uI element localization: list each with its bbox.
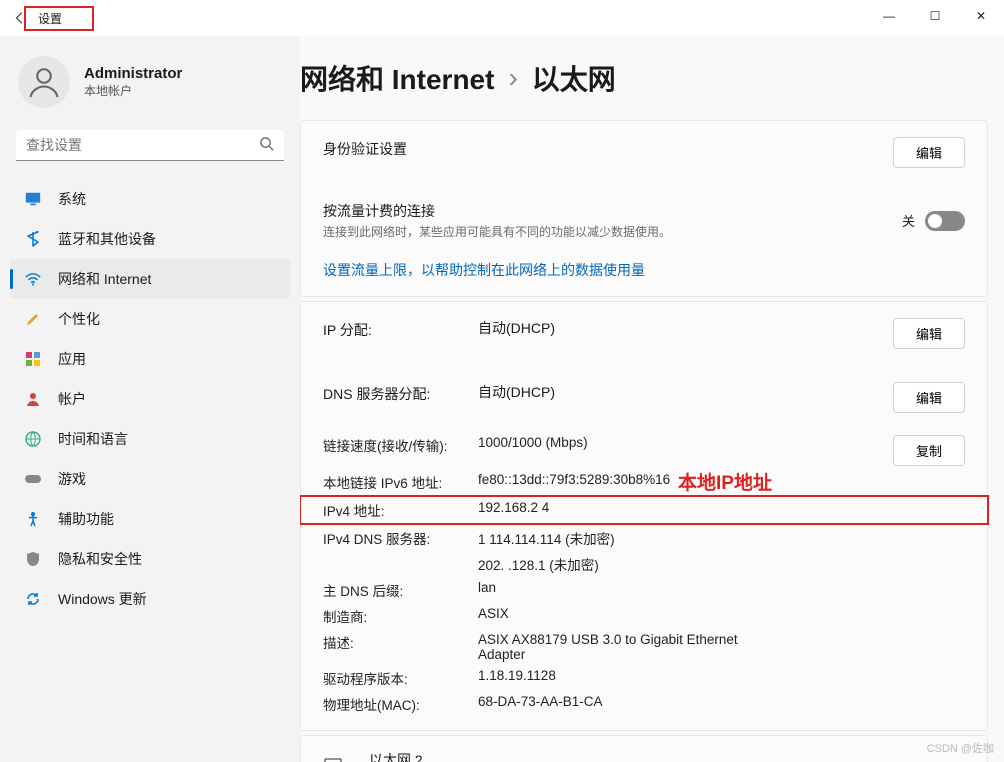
prop-value: lan: [478, 580, 875, 600]
brush-icon: [24, 310, 42, 328]
nav-label: 系统: [58, 189, 86, 209]
ip-assign-edit-button[interactable]: 编辑: [893, 318, 965, 349]
nav-personalization[interactable]: 个性化: [10, 299, 290, 339]
ip-assign-row: IP 分配: 自动(DHCP) 编辑: [301, 302, 987, 365]
metered-toggle[interactable]: [925, 211, 965, 231]
metered-title: 按流量计费的连接: [323, 201, 902, 221]
bluetooth-icon: [24, 230, 42, 248]
nav-privacy[interactable]: 隐私和安全性: [10, 539, 290, 579]
ethernet2-expander[interactable]: 以太网 2 未连接: [300, 735, 988, 762]
nav-label: 隐私和安全性: [58, 549, 142, 569]
metered-connection-row: 按流量计费的连接 连接到此网络时，某些应用可能具有不同的功能以减少数据使用。 关…: [301, 184, 987, 296]
sidebar: Administrator 本地帐户 系统 蓝牙和其他设备 网络和 Intern…: [0, 36, 300, 762]
ethernet-icon: [323, 755, 351, 762]
nav-label: 游戏: [58, 469, 86, 489]
breadcrumb-parent[interactable]: 网络和 Internet: [300, 58, 494, 98]
nav-label: 时间和语言: [58, 429, 128, 449]
search-icon: [259, 136, 274, 154]
dns-assign-edit-button[interactable]: 编辑: [893, 382, 965, 413]
wifi-icon: [24, 270, 42, 288]
dns-assign-value: 自动(DHCP): [478, 382, 875, 402]
person-icon: [24, 390, 42, 408]
user-type: 本地帐户: [84, 82, 182, 99]
prop-value: 192.168.2 4: [478, 500, 875, 520]
globe-icon: [24, 430, 42, 448]
shield-icon: [24, 550, 42, 568]
prop-label: 驱动程序版本:: [323, 668, 478, 688]
close-button[interactable]: ✕: [958, 0, 1004, 32]
prop-label: 主 DNS 后缀:: [323, 580, 478, 600]
prop-value: 1 114.114.114 (未加密): [478, 528, 875, 548]
monitor-icon: [24, 190, 42, 208]
nav-list: 系统 蓝牙和其他设备 网络和 Internet 个性化 应用 帐户: [10, 179, 290, 619]
dns-assign-row: DNS 服务器分配: 自动(DHCP) 编辑: [301, 365, 987, 429]
prop-value: fe80::13dd::79f3:5289:30b8%16: [478, 472, 875, 492]
copy-button[interactable]: 复制: [893, 435, 965, 466]
dns-assign-label: DNS 服务器分配:: [323, 382, 478, 404]
update-icon: [24, 590, 42, 608]
data-limit-link[interactable]: 设置流量上限，以帮助控制在此网络上的数据使用量: [323, 262, 645, 278]
prop-value: 202. .128.1 (未加密): [478, 554, 875, 574]
apps-icon: [24, 350, 42, 368]
nav-label: Windows 更新: [58, 589, 147, 609]
user-block[interactable]: Administrator 本地帐户: [10, 50, 290, 126]
chevron-right-icon: ›: [508, 62, 517, 94]
nav-time-language[interactable]: 时间和语言: [10, 419, 290, 459]
ipv4-address-row: IPv4 地址: 192.168.2 4: [300, 495, 989, 525]
breadcrumb: 网络和 Internet › 以太网: [300, 54, 988, 120]
nav-label: 个性化: [58, 309, 100, 329]
prop-value: 1000/1000 (Mbps): [478, 435, 875, 466]
prop-label: [323, 554, 478, 574]
breadcrumb-current: 以太网: [532, 58, 616, 98]
user-name: Administrator: [84, 65, 182, 82]
gamepad-icon: [24, 470, 42, 488]
prop-value: 1.18.19.1128: [478, 668, 875, 688]
annotation-local-ip: 本地IP地址: [678, 468, 772, 495]
nav-accounts[interactable]: 帐户: [10, 379, 290, 419]
network-properties: 链接速度(接收/传输): 1000/1000 (Mbps) 复制 本地链接 IP…: [301, 432, 987, 730]
nav-network[interactable]: 网络和 Internet: [10, 259, 290, 299]
auth-edit-button[interactable]: 编辑: [893, 137, 965, 168]
prop-value: ASIX AX88179 USB 3.0 to Gigabit Ethernet…: [478, 632, 758, 662]
minimize-button[interactable]: —: [866, 0, 912, 32]
nav-windows-update[interactable]: Windows 更新: [10, 579, 290, 619]
prop-label: 本地链接 IPv6 地址:: [323, 472, 478, 492]
prop-label: IPv4 DNS 服务器:: [323, 528, 478, 548]
nav-gaming[interactable]: 游戏: [10, 459, 290, 499]
settings-card: 身份验证设置 编辑 按流量计费的连接 连接到此网络时，某些应用可能具有不同的功能…: [300, 120, 988, 297]
nav-system[interactable]: 系统: [10, 179, 290, 219]
auth-settings-row: 身份验证设置 编辑: [301, 121, 987, 184]
search-input[interactable]: [26, 137, 259, 153]
metered-subtitle: 连接到此网络时，某些应用可能具有不同的功能以减少数据使用。: [323, 223, 902, 240]
maximize-button[interactable]: ☐: [912, 0, 958, 32]
nav-label: 蓝牙和其他设备: [58, 229, 156, 249]
titlebar: 设置 — ☐ ✕: [0, 0, 1004, 36]
ip-assign-label: IP 分配:: [323, 318, 478, 340]
nav-label: 应用: [58, 349, 86, 369]
nav-bluetooth[interactable]: 蓝牙和其他设备: [10, 219, 290, 259]
prop-value: ASIX: [478, 606, 875, 626]
window-title: 设置: [24, 6, 94, 31]
nav-accessibility[interactable]: 辅助功能: [10, 499, 290, 539]
accessibility-icon: [24, 510, 42, 528]
prop-label: IPv4 地址:: [323, 500, 478, 520]
prop-label: 链接速度(接收/传输):: [323, 435, 478, 466]
ip-dns-card: IP 分配: 自动(DHCP) 编辑 DNS 服务器分配: 自动(DHCP) 编…: [300, 301, 988, 731]
auth-label: 身份验证设置: [323, 137, 875, 159]
search-box[interactable]: [16, 130, 284, 161]
ethernet2-title: 以太网 2: [369, 750, 933, 762]
ip-assign-value: 自动(DHCP): [478, 318, 875, 338]
watermark: CSDN @佐咖: [927, 740, 994, 756]
prop-label: 物理地址(MAC):: [323, 694, 478, 714]
prop-label: 描述:: [323, 632, 478, 662]
toggle-off-label: 关: [902, 211, 915, 230]
avatar-icon: [18, 56, 70, 108]
main-content: 网络和 Internet › 以太网 身份验证设置 编辑 按流量计费的连接 连接…: [300, 36, 1004, 762]
prop-value: 68-DA-73-AA-B1-CA: [478, 694, 875, 714]
prop-label: 制造商:: [323, 606, 478, 626]
nav-label: 帐户: [58, 389, 86, 409]
nav-label: 网络和 Internet: [58, 269, 151, 289]
nav-apps[interactable]: 应用: [10, 339, 290, 379]
nav-label: 辅助功能: [58, 509, 114, 529]
